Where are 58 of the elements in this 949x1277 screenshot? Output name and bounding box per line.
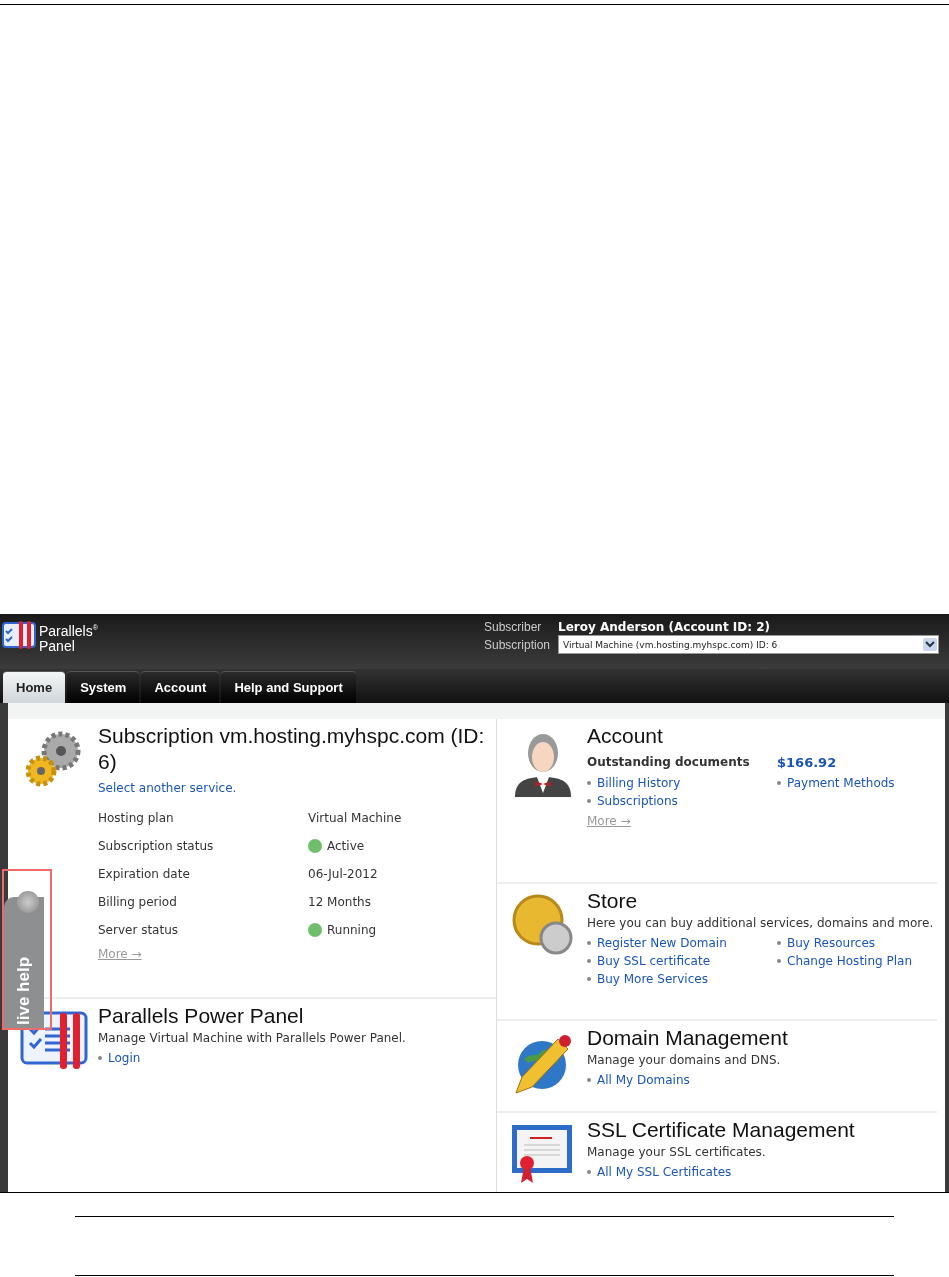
- detail-label: Subscription status: [98, 839, 215, 853]
- bullet-icon: [587, 1170, 591, 1174]
- detail-value: Virtual Machine: [308, 811, 402, 825]
- subscriber-label: Subscriber: [484, 620, 543, 634]
- section-title: Domain Management: [587, 1025, 789, 1051]
- detail-label: Billing period: [98, 895, 178, 909]
- logo-text: Panel: [39, 638, 76, 654]
- section-link[interactable]: Change Hosting Plan: [787, 954, 912, 968]
- section-title: Store: [587, 888, 639, 914]
- bullet-icon: [587, 1078, 591, 1082]
- detail-value: Active: [327, 839, 365, 853]
- subscription-dropdown[interactable]: Virtual Machine (vm.hosting.myhspc.com) ID: 6: [558, 635, 939, 654]
- select-service-link[interactable]: Select another service.: [98, 781, 496, 795]
- section-link[interactable]: Billing History: [597, 776, 681, 790]
- section-link[interactable]: Buy SSL certificate: [597, 954, 711, 968]
- logo-icon: [2, 620, 36, 650]
- bullet-icon: [777, 781, 781, 785]
- coins-icon: [512, 894, 574, 956]
- section-link[interactable]: All My Domains: [597, 1073, 690, 1087]
- section-title: SSL Certificate Management: [587, 1117, 856, 1143]
- bullet-icon: [587, 941, 591, 945]
- summary-amount: $166.92: [777, 755, 838, 770]
- nav-tab[interactable]: System: [67, 671, 140, 703]
- bullet-icon: [587, 799, 591, 803]
- section-link[interactable]: Subscriptions: [597, 794, 678, 808]
- caret-icon: [923, 638, 937, 651]
- section-link[interactable]: Payment Methods: [787, 776, 895, 790]
- detail-label: Hosting plan: [98, 811, 175, 825]
- section-link[interactable]: Buy More Services: [597, 972, 708, 986]
- nav-tab[interactable]: Home: [3, 671, 66, 703]
- summary-label: Outstanding documents: [587, 755, 751, 770]
- detail-label: Expiration date: [98, 867, 191, 881]
- section-description: Here you can buy additional services, domains and more.: [587, 916, 935, 930]
- section-description: Manage your domains and DNS.: [587, 1053, 782, 1067]
- section-link[interactable]: All My SSL Certificates: [597, 1165, 732, 1179]
- bullet-icon: [587, 959, 591, 963]
- detail-value: Running: [327, 923, 377, 937]
- section-link[interactable]: Buy Resources: [787, 936, 876, 950]
- nav-tab[interactable]: Account: [141, 671, 220, 703]
- bullet-icon: [98, 1056, 102, 1060]
- subscription-label: Subscription: [484, 637, 551, 652]
- logo-text: Parallels$^{®}$: [39, 621, 98, 639]
- bullet-icon: [777, 959, 781, 963]
- bullet-icon: [777, 941, 781, 945]
- section-description: Manage your SSL certificates.: [587, 1145, 767, 1159]
- section-title: Account: [587, 723, 664, 749]
- subscriber-name: Leroy Anderson (Account ID: 2): [558, 620, 772, 634]
- section-link[interactable]: Login: [108, 1051, 141, 1065]
- section-description: Manage Virtual Machine with Parallels Power Panel.: [98, 1031, 407, 1045]
- bullet-icon: [587, 977, 591, 981]
- section-title: Subscription vm.hosting.myhspc.com (ID: 6): [98, 723, 486, 775]
- detail-value: 06-Jul-2012: [308, 867, 378, 881]
- section-link[interactable]: Register New Domain: [597, 936, 727, 950]
- detail-label: Server status: [98, 923, 180, 937]
- section-title: Parallels Power Panel: [98, 1003, 305, 1029]
- bullet-icon: [587, 781, 591, 785]
- detail-value: 12 Months: [308, 895, 371, 909]
- nav-tab[interactable]: Help and Support: [221, 671, 356, 703]
